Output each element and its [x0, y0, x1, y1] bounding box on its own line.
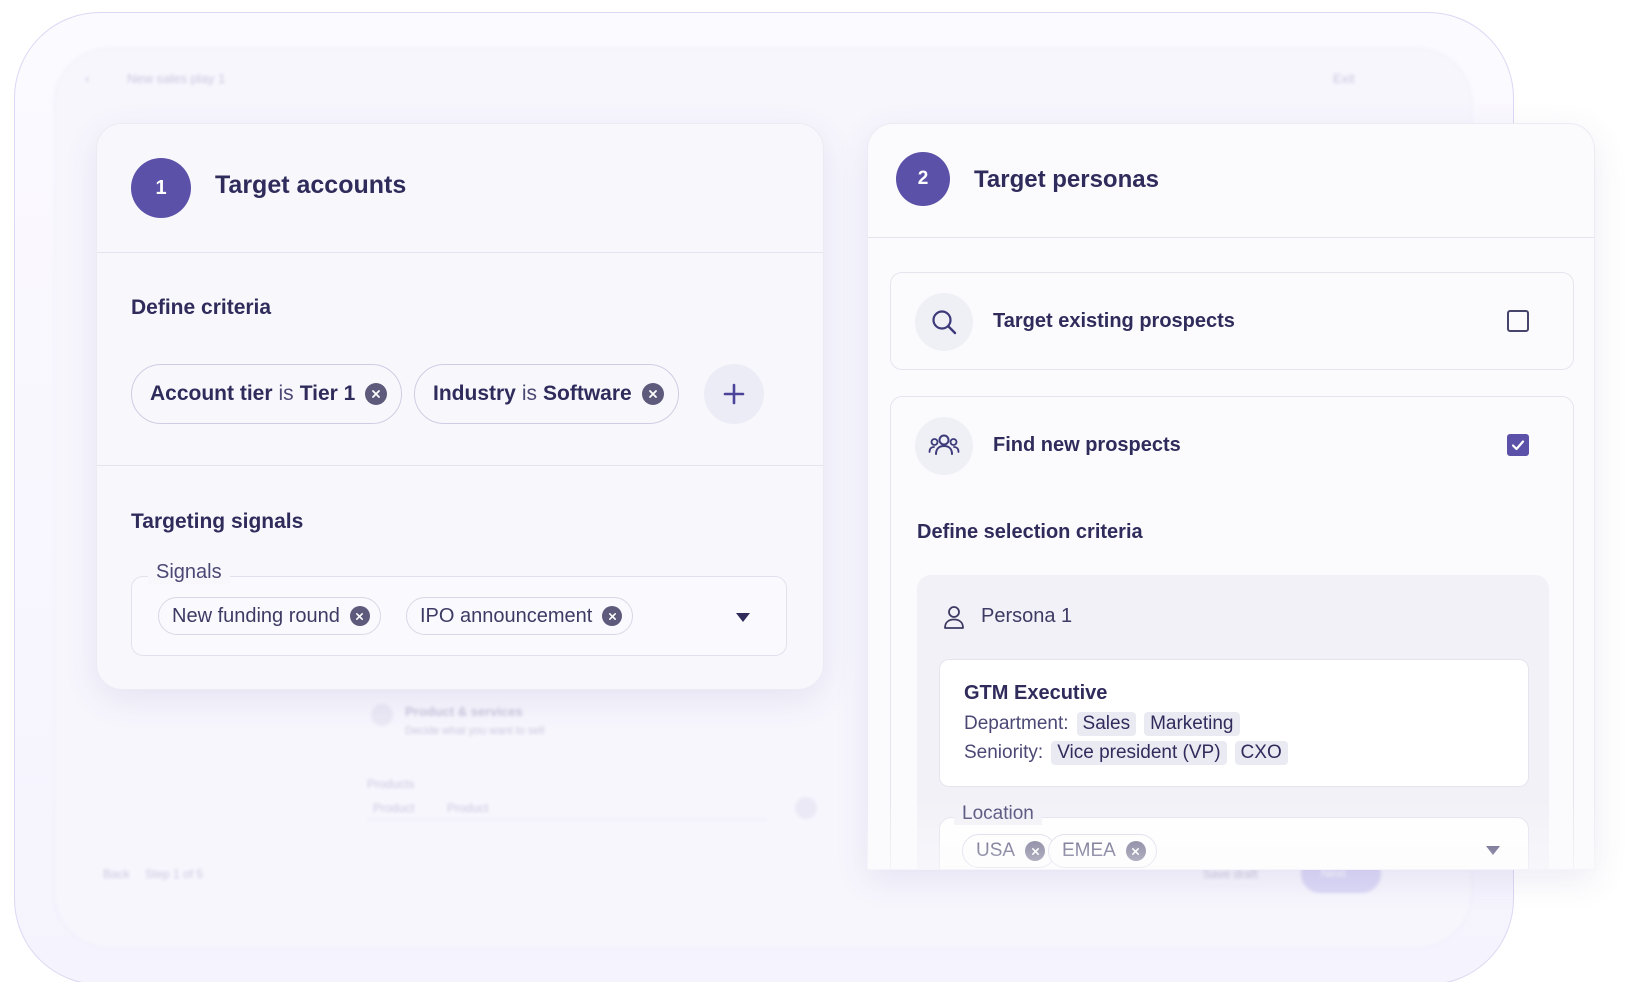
add-criteria-button[interactable]	[704, 364, 764, 424]
criteria-value: Software	[543, 382, 632, 405]
bg-section-title: Product & services	[405, 704, 523, 719]
bg-step-counter: Step 1 of 5	[145, 867, 204, 881]
department-row: Department: Sales Marketing	[964, 712, 1240, 736]
header-divider	[97, 252, 823, 253]
bg-section-icon	[371, 704, 393, 726]
header-divider	[868, 237, 1594, 238]
target-existing-checkbox[interactable]	[1507, 310, 1529, 332]
bg-section-subtitle: Decide what you want to sell	[405, 725, 545, 737]
persona-name: GTM Executive	[964, 682, 1108, 704]
signals-select[interactable]: Signals New funding round IPO announceme…	[131, 561, 787, 656]
dropdown-caret-icon[interactable]	[1486, 846, 1500, 855]
target-accounts-card: 1 Target accounts Define criteria Accoun…	[96, 123, 824, 690]
persona-title: Persona 1	[981, 605, 1073, 627]
dropdown-caret-icon[interactable]	[736, 613, 750, 622]
criteria-value: Tier 1	[299, 382, 356, 405]
criteria-field: Industry	[433, 382, 516, 405]
department-label: Department:	[964, 713, 1069, 734]
bg-divider	[367, 819, 767, 820]
target-personas-card: 2 Target personas Target existing prospe…	[867, 123, 1595, 870]
signal-chip[interactable]: New funding round	[158, 597, 381, 635]
department-tag: Sales	[1076, 712, 1137, 736]
selection-criteria-label: Define selection criteria	[917, 521, 1143, 543]
option-find-new[interactable]: Find new prospects Define selection crit…	[890, 396, 1574, 869]
persona-summary-card[interactable]: GTM Executive Department: Sales Marketin…	[939, 659, 1529, 787]
criteria-chip-account-tier[interactable]: Account tier is Tier 1	[131, 364, 403, 424]
location-chip[interactable]: USA	[962, 834, 1057, 868]
step-number-badge: 1	[131, 158, 191, 218]
plus-icon	[723, 383, 745, 405]
targeting-signals-label: Targeting signals	[131, 510, 304, 533]
card-title: Target accounts	[215, 171, 407, 199]
bg-product-chip: Product	[447, 801, 489, 815]
seniority-tag: CXO	[1234, 741, 1288, 765]
remove-chip-icon[interactable]	[1025, 841, 1046, 861]
criteria-operator: is	[521, 382, 538, 405]
define-criteria-label: Define criteria	[131, 296, 272, 319]
remove-chip-icon[interactable]	[1125, 841, 1146, 861]
remove-chip-icon[interactable]	[349, 606, 370, 626]
location-chip-label: EMEA	[1062, 840, 1116, 861]
section-divider	[97, 465, 823, 466]
criteria-operator: is	[278, 382, 294, 405]
person-icon	[944, 606, 964, 629]
location-field-label: Location	[954, 803, 1042, 825]
location-chip[interactable]: EMEA	[1048, 834, 1157, 868]
seniority-label: Seniority:	[964, 742, 1044, 763]
persona-panel: Persona 1 GTM Executive Department: Sale…	[917, 575, 1549, 869]
signal-chip[interactable]: IPO announcement	[406, 597, 634, 635]
location-chip-label: USA	[976, 840, 1016, 861]
bg-back-link: Back	[103, 867, 130, 881]
step-number-badge: 2	[896, 152, 950, 206]
location-select[interactable]: Location USA EMEA	[939, 803, 1529, 869]
department-tag: Marketing	[1144, 712, 1240, 736]
signal-chip-label: IPO announcement	[420, 604, 593, 627]
bg-products-label: Products	[367, 777, 415, 791]
card-title: Target personas	[974, 166, 1159, 193]
signals-field-label: Signals	[148, 561, 230, 584]
stage: ‹ New sales play 1 Exit Product & servic…	[0, 0, 1642, 982]
check-icon	[1511, 440, 1525, 451]
bg-delete-icon	[795, 797, 817, 819]
remove-chip-icon[interactable]	[641, 383, 664, 405]
users-icon	[915, 417, 973, 475]
signal-chip-label: New funding round	[172, 604, 340, 627]
option-label: Target existing prospects	[993, 310, 1235, 332]
criteria-chip-industry[interactable]: Industry is Software	[414, 364, 679, 424]
search-icon	[915, 293, 973, 351]
find-new-checkbox[interactable]	[1507, 434, 1529, 456]
seniority-tag: Vice president (VP)	[1051, 741, 1227, 765]
seniority-row: Seniority: Vice president (VP) CXO	[964, 741, 1288, 765]
option-target-existing[interactable]: Target existing prospects	[890, 272, 1574, 370]
back-arrow-icon: ‹	[85, 71, 90, 86]
bg-page-title: New sales play 1	[127, 71, 226, 86]
bg-product-chip: Product	[373, 801, 415, 815]
criteria-field: Account tier	[150, 382, 273, 405]
remove-chip-icon[interactable]	[365, 383, 388, 405]
remove-chip-icon[interactable]	[602, 606, 623, 626]
bg-exit-link: Exit	[1333, 71, 1355, 86]
option-label: Find new prospects	[993, 434, 1181, 456]
